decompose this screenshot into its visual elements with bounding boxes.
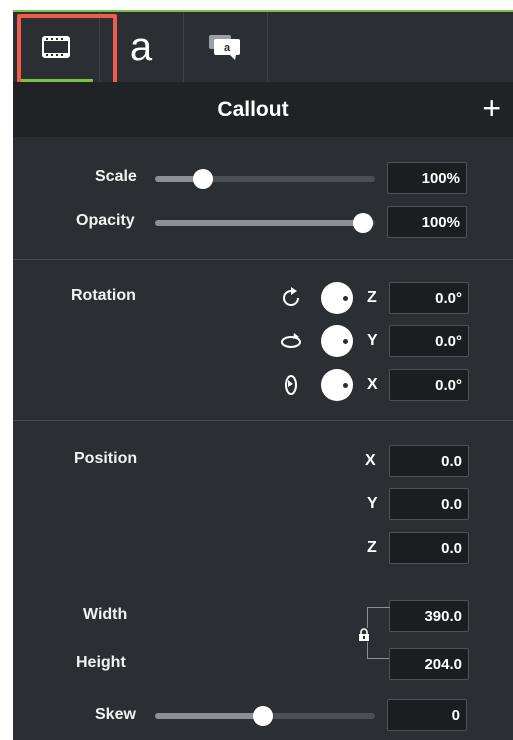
skew-slider[interactable] [155, 706, 375, 726]
opacity-slider-knob[interactable] [353, 213, 373, 233]
opacity-slider[interactable] [155, 213, 375, 233]
panel-title: Callout [217, 98, 289, 121]
width-label: Width [83, 606, 128, 623]
skew-input[interactable]: 0 [387, 699, 467, 731]
lock-icon[interactable] [357, 628, 371, 642]
rotation-z-dial[interactable] [321, 282, 353, 314]
rotate-z-icon [283, 287, 299, 306]
rotation-z-axis: Z [367, 289, 377, 306]
position-x-axis: X [365, 452, 376, 469]
skew-slider-fill [155, 713, 265, 719]
position-y-axis: Y [367, 495, 378, 512]
callout-icon-letter: a [224, 42, 231, 54]
rotation-x-axis: X [367, 376, 378, 393]
opacity-input[interactable]: 100% [387, 206, 467, 238]
rotation-z-input[interactable]: 0.0° [389, 282, 469, 314]
rotation-y-dial[interactable] [321, 325, 353, 357]
position-y-input[interactable]: 0.0 [389, 488, 469, 520]
callout-bubble-icon: a [209, 35, 240, 60]
rotation-x-input[interactable]: 0.0° [389, 369, 469, 401]
add-button[interactable]: + [482, 90, 501, 126]
rotate-y-icon [281, 333, 301, 348]
rotate-x-icon [285, 375, 297, 395]
tab-annotation-properties[interactable]: a [183, 12, 268, 82]
position-z-axis: Z [367, 539, 377, 556]
rotation-y-input[interactable]: 0.0° [389, 325, 469, 357]
rotation-label: Rotation [71, 287, 136, 304]
scale-slider[interactable] [155, 169, 375, 189]
text-tab-label: a [129, 25, 153, 69]
divider [13, 259, 513, 260]
skew-slider-knob[interactable] [253, 706, 273, 726]
properties-header: Callout + [13, 82, 513, 137]
position-label: Position [74, 450, 138, 467]
height-label: Height [76, 654, 126, 671]
opacity-slider-fill [155, 220, 365, 226]
position-z-input[interactable]: 0.0 [389, 532, 469, 564]
opacity-label: Opacity [76, 212, 135, 229]
divider [13, 420, 513, 421]
position-x-input[interactable]: 0.0 [389, 445, 469, 477]
width-input[interactable]: 390.0 [389, 600, 469, 632]
height-input[interactable]: 204.0 [389, 648, 469, 680]
properties-panel: a a Callout + Scale 100% Opacity 100% Ro… [13, 10, 513, 740]
scale-input[interactable]: 100% [387, 162, 467, 194]
scale-label: Scale [95, 168, 137, 185]
skew-label: Skew [95, 706, 136, 723]
rotation-y-axis: Y [367, 332, 378, 349]
scale-slider-knob[interactable] [193, 169, 213, 189]
rotation-x-dial[interactable] [321, 369, 353, 401]
